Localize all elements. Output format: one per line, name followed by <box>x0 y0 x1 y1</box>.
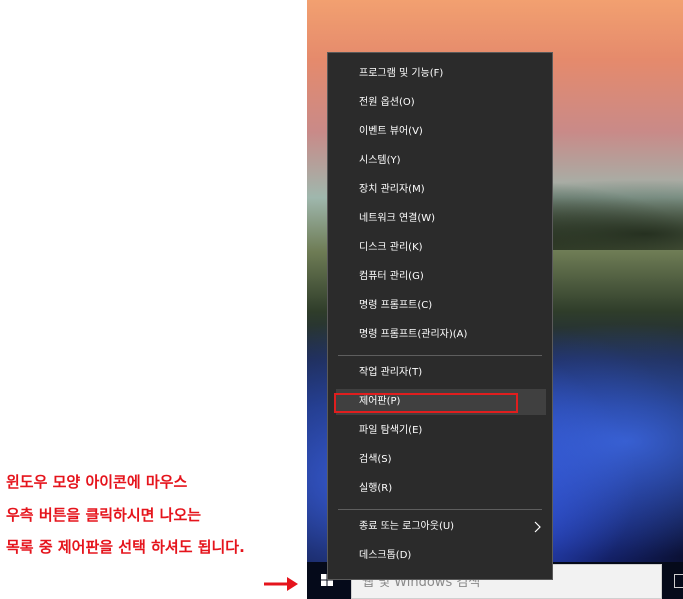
menu-separator <box>338 355 542 356</box>
control-panel-highlight-box <box>334 393 518 413</box>
menu-item-command-prompt[interactable]: 명령 프롬프트(C) <box>336 293 546 319</box>
annotation-line-2: 우측 버튼을 클릭하시면 나오는 <box>6 506 202 524</box>
annotation-line-3: 목록 중 제어판을 선택 하셔도 됩니다. <box>6 538 245 556</box>
winx-context-menu: 프로그램 및 기능(F) 전원 옵션(O) 이벤트 뷰어(V) 시스템(Y) 장… <box>327 52 553 580</box>
menu-item-network-connections[interactable]: 네트워크 연결(W) <box>336 206 546 232</box>
chevron-right-icon <box>534 521 541 533</box>
menu-item-shutdown-signout[interactable]: 종료 또는 로그아웃(U) <box>336 514 546 540</box>
menu-item-system[interactable]: 시스템(Y) <box>336 148 546 174</box>
menu-item-run[interactable]: 실행(R) <box>336 476 546 502</box>
menu-item-event-viewer[interactable]: 이벤트 뷰어(V) <box>336 119 546 145</box>
menu-item-disk-management[interactable]: 디스크 관리(K) <box>336 235 546 261</box>
menu-item-computer-management[interactable]: 컴퓨터 관리(G) <box>336 264 546 290</box>
menu-item-task-manager[interactable]: 작업 관리자(T) <box>336 360 546 386</box>
menu-item-programs-features[interactable]: 프로그램 및 기능(F) <box>336 61 546 87</box>
menu-separator <box>338 509 542 510</box>
menu-item-search[interactable]: 검색(S) <box>336 447 546 473</box>
menu-item-shutdown-label: 종료 또는 로그아웃(U) <box>359 521 455 532</box>
menu-item-device-manager[interactable]: 장치 관리자(M) <box>336 177 546 203</box>
tray-icon[interactable] <box>674 574 683 588</box>
menu-item-desktop[interactable]: 데스크톱(D) <box>336 543 546 569</box>
annotation-line-1: 윈도우 모양 아이콘에 마우스 <box>6 473 188 491</box>
red-arrow-icon <box>264 577 298 591</box>
menu-item-command-prompt-admin[interactable]: 명령 프롬프트(관리자)(A) <box>336 322 546 348</box>
menu-item-file-explorer[interactable]: 파일 탐색기(E) <box>336 418 546 444</box>
menu-item-power-options[interactable]: 전원 옵션(O) <box>336 90 546 116</box>
